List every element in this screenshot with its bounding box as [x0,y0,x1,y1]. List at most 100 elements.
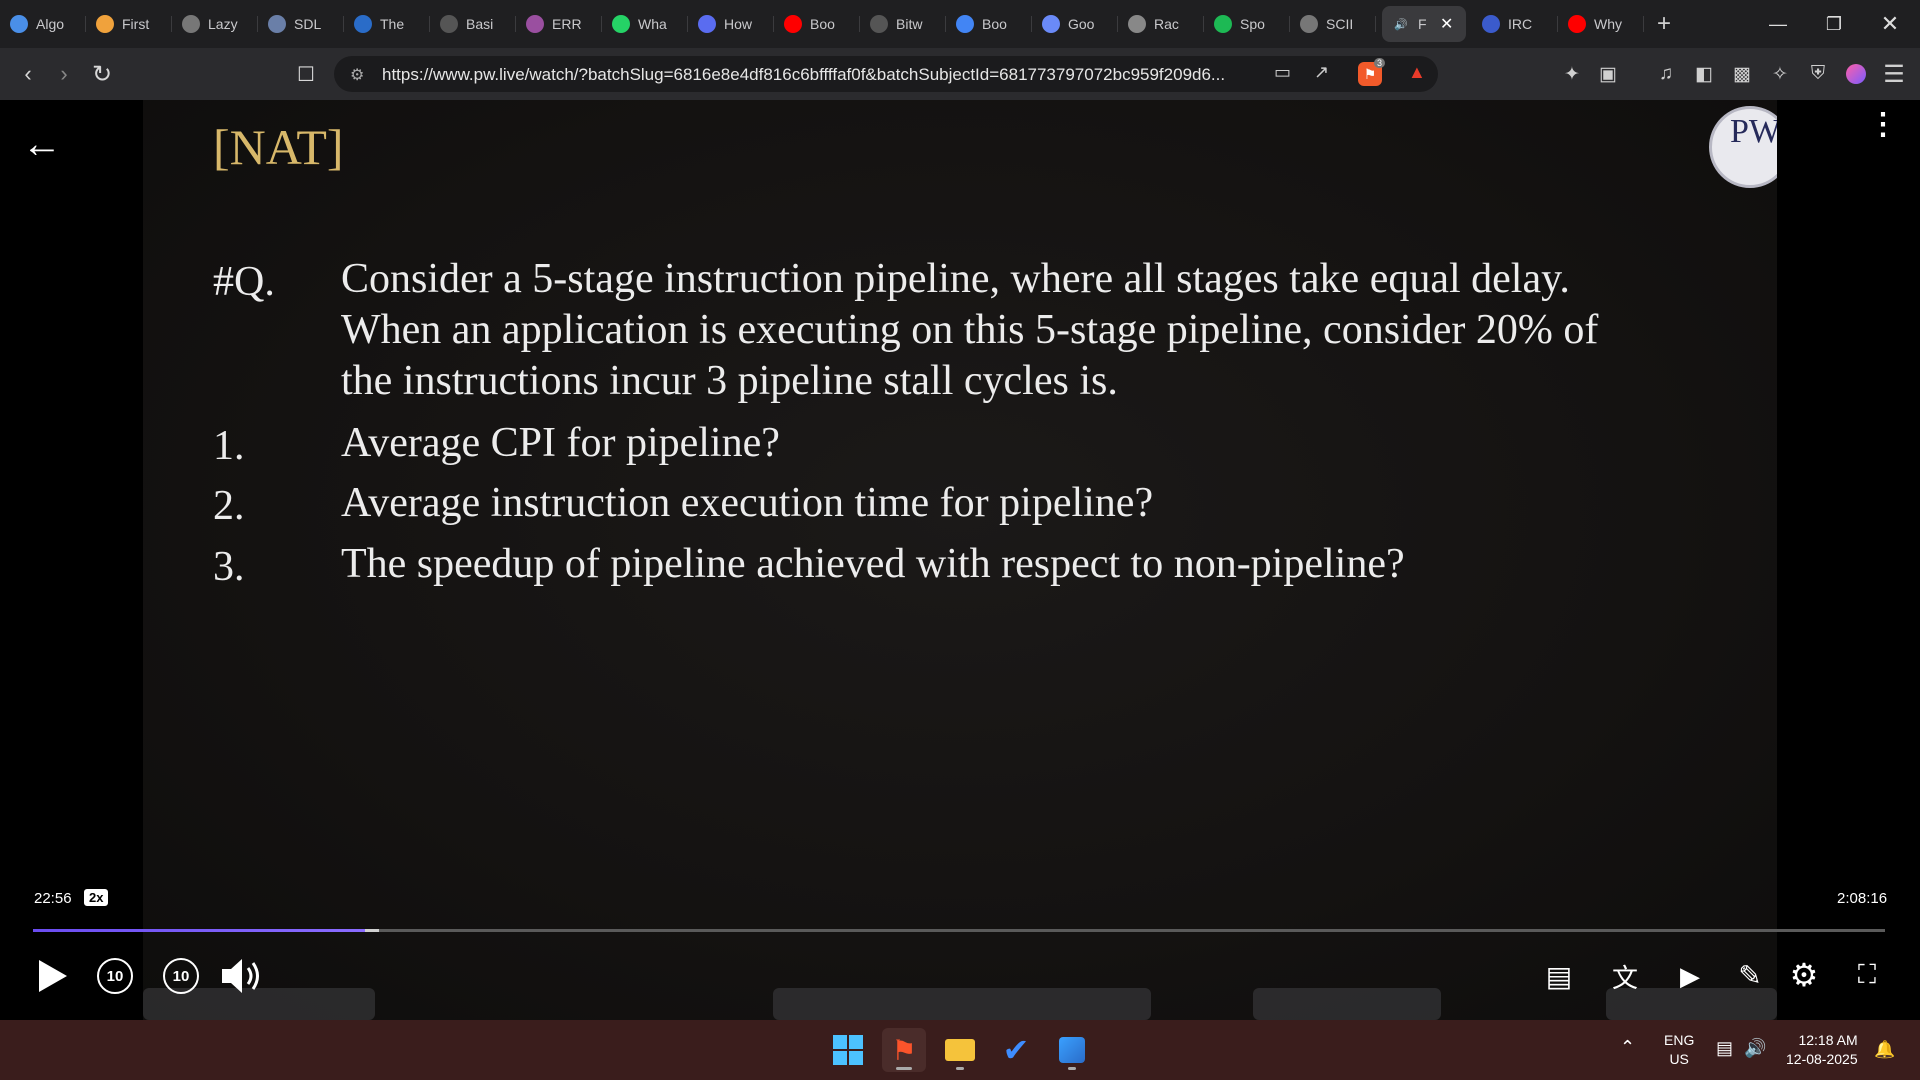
close-window-icon[interactable]: ✕ [1862,0,1918,48]
vpn-icon[interactable]: ⛨ [1804,60,1832,88]
browser-tab[interactable]: Why [1558,6,1644,42]
minimize-icon[interactable]: — [1750,0,1806,48]
settings-gear-icon[interactable]: ⚙ [1785,956,1823,994]
play-icon[interactable] [32,956,72,996]
browser-tab[interactable]: How [688,6,774,42]
forward-10-icon[interactable]: 10 [163,958,199,994]
google-icon [956,15,974,33]
gemini-icon [1042,15,1060,33]
globe-icon [182,15,200,33]
tab-title: F [1418,16,1427,32]
browser-tab[interactable]: Rac [1118,6,1204,42]
menu-icon[interactable]: ☰ [1880,60,1908,88]
network-icon[interactable]: ▤ [1716,1039,1733,1058]
browser-tab[interactable]: Wha [602,6,688,42]
file-explorer-icon[interactable] [938,1028,982,1072]
item-text-1: Average CPI for pipeline? [341,420,780,466]
browser-tab[interactable]: Bitw [860,6,946,42]
playback-speed-badge[interactable]: 2x [84,889,109,906]
site-settings-icon[interactable]: ⚙ [350,65,364,85]
browser-tab[interactable]: Goo [1032,6,1118,42]
shields-badge: 3 [1374,58,1386,68]
close-tab-icon[interactable]: ✕ [1440,14,1453,34]
item-text-3: The speedup of pipeline achieved with re… [341,541,1405,587]
browser-tab[interactable]: Lazy [172,6,258,42]
fullscreen-icon[interactable]: ⛶ [1850,958,1884,992]
tab-title: Wha [638,16,667,32]
chat-icon[interactable]: ▤ [1540,958,1578,994]
brave-browser-taskbar-icon[interactable]: ⚑ [882,1028,926,1072]
cast-icon[interactable]: ▭ [1274,62,1291,83]
question-line-3: the instructions incur 3 pipeline stall … [341,358,1118,404]
browser-tab[interactable]: IRC [1472,6,1558,42]
browser-tab[interactable]: The [344,6,430,42]
notes-icon[interactable]: ✎ [1734,956,1766,994]
tab-title: Bitw [896,16,923,32]
tab-strip: Algo First Lazy SDL The Basi ERR Wha How Boo Bitw B… [0,0,1920,48]
share-icon[interactable]: ↗ [1314,62,1329,83]
duration: 2:08:16 [1837,890,1888,907]
browser-tab[interactable]: Boo [946,6,1032,42]
browser-tab[interactable]: Basi [430,6,516,42]
forward-icon[interactable]: › [48,58,80,90]
back-icon[interactable]: ‹ [12,58,44,90]
navigation-bar: ‹ › ↻ ☐ ⚙ https://www.pw.live/watch/?bat… [0,48,1920,100]
music-icon[interactable]: ♫ [1652,60,1680,88]
item-number-1: 1. [213,423,245,469]
tab-title: ERR [552,16,582,32]
windows-taskbar: ⚑ ✔ ⌃ ENG US ▤ 🔊 12:18 AM 12-08-2025 🔔 [0,1020,1920,1080]
back-arrow-icon[interactable]: ← [22,122,62,167]
show-hidden-icons-icon[interactable]: ⌃ [1620,1038,1635,1057]
w3-icon [354,15,372,33]
wallet-icon[interactable]: ▩ [1728,60,1756,88]
language-indicator[interactable]: ENG US [1664,1031,1694,1069]
item-text-2: Average instruction execution time for p… [341,480,1154,526]
start-menu-icon[interactable] [826,1028,870,1072]
browser-tab[interactable]: Spo [1204,6,1290,42]
tab-title: Why [1594,16,1622,32]
picture-in-picture-icon[interactable]: ▶ [1670,958,1710,994]
tab-title: SDL [294,16,322,32]
todo-icon[interactable]: ✔ [994,1028,1038,1072]
photos-icon[interactable] [1050,1028,1094,1072]
brave-rewards-icon[interactable]: ▲ [1408,62,1426,83]
restore-icon[interactable]: ❐ [1806,0,1862,48]
tab-title: Boo [982,16,1007,32]
code-icon [870,15,888,33]
new-tab-button[interactable]: + [1644,10,1684,38]
question-label: #Q. [213,259,275,305]
browser-tab[interactable]: Boo [774,6,860,42]
browser-tab[interactable]: Algo [0,6,86,42]
tab-title: Algo [36,16,65,32]
leo-ai-icon[interactable]: ✧ [1766,60,1794,88]
translate-icon[interactable]: 文 [1606,958,1644,994]
whiteboard-toolbar-center [773,988,1151,1020]
tab-title: How [724,16,753,32]
more-options-icon[interactable]: ⋮ [1868,110,1898,140]
bolt-icon [96,15,114,33]
globe-icon [10,15,28,33]
browser-tab[interactable]: First [86,6,172,42]
browser-tab[interactable]: ERR [516,6,602,42]
pw-logo: PW [1701,100,1777,194]
notification-bell-icon[interactable]: 🔔 [1874,1040,1895,1059]
image-icon [268,15,286,33]
reload-icon[interactable]: ↻ [86,58,118,90]
browser-tab[interactable]: SDL [258,6,344,42]
address-bar[interactable]: ⚙ https://www.pw.live/watch/?batchSlug=6… [334,56,1438,92]
volume-icon[interactable] [220,956,266,996]
browser-tab[interactable]: 🔊 F ✕ [1382,6,1466,42]
profile-icon[interactable] [1842,60,1870,88]
clock[interactable]: 12:18 AM 12-08-2025 [1786,1031,1858,1069]
video-player[interactable]: ← ⋮ [NAT] PW #Q. Consider a 5-stage inst… [0,100,1920,1020]
whiteboard-toolbar-right [1253,988,1441,1020]
seek-bar[interactable] [33,929,1885,932]
extensions-icon[interactable]: ✦ [1558,60,1586,88]
sidebar-icon[interactable]: ◧ [1690,60,1718,88]
browser-tab[interactable]: SCII [1290,6,1376,42]
speaker-icon[interactable]: 🔊 [1744,1039,1766,1058]
bookmark-icon[interactable]: ☐ [290,58,322,90]
screenshot-icon[interactable]: ▣ [1594,60,1622,88]
rewind-10-icon[interactable]: 10 [97,958,133,994]
youtube-icon [784,15,802,33]
